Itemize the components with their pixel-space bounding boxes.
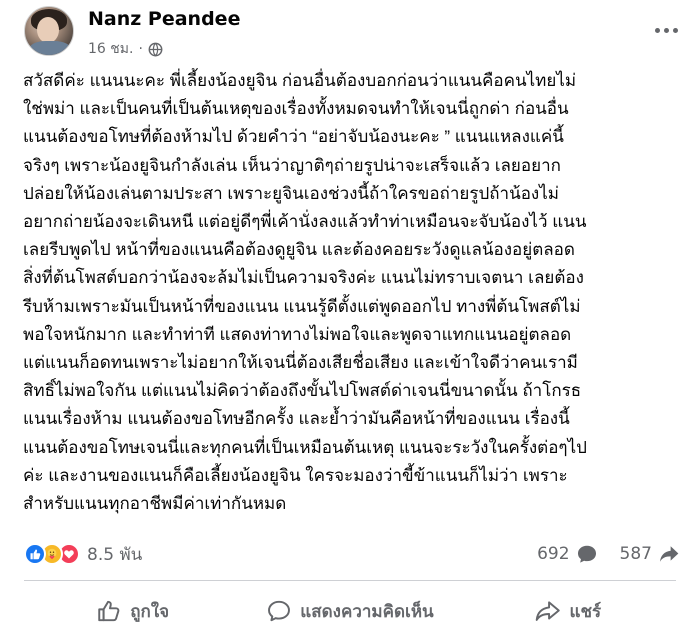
thumbs-up-icon xyxy=(98,600,120,622)
comment-button[interactable]: แสดงความคิดเห็น xyxy=(241,588,458,634)
comment-count-stat[interactable]: 692 xyxy=(537,543,597,565)
share-arrow-icon xyxy=(659,546,679,562)
engagement-stats: 692 587 xyxy=(537,543,680,565)
share-count: 587 xyxy=(619,544,652,564)
like-button-label: ถูกใจ xyxy=(130,601,170,622)
author-avatar[interactable] xyxy=(24,6,74,56)
globe-icon[interactable] xyxy=(148,42,163,57)
reaction-count[interactable]: 8.5 พัน xyxy=(87,541,142,568)
comment-icon xyxy=(268,600,291,622)
post-header: Nanz Peandee 16 ชม. · xyxy=(24,4,684,62)
like-reaction-icon xyxy=(24,543,46,565)
post-time[interactable]: 16 ชม. xyxy=(88,38,133,60)
reactions-bar: 8.5 พัน 692 587 xyxy=(24,540,680,568)
reaction-icons[interactable] xyxy=(24,543,80,565)
comment-button-label: แสดงความคิดเห็น xyxy=(300,601,434,622)
share-count-stat[interactable]: 587 xyxy=(620,543,680,565)
author-name[interactable]: Nanz Peandee xyxy=(88,8,240,30)
share-button[interactable]: แชร์ xyxy=(459,588,676,634)
comment-count: 692 xyxy=(537,544,570,564)
meta-separator: · xyxy=(138,41,143,57)
actions-divider xyxy=(24,580,676,581)
share-icon xyxy=(535,601,560,621)
like-button[interactable]: ถูกใจ xyxy=(24,588,241,634)
post-meta: 16 ชม. · xyxy=(88,38,163,60)
post-text: สวัสดีค่ะ แนนนะคะ พี่เลี้ยงน้องยูจิน ก่อ… xyxy=(23,71,587,514)
post-actions: ถูกใจ แสดงความคิดเห็น แชร์ xyxy=(24,588,676,634)
more-options-icon[interactable] xyxy=(648,18,684,42)
comment-bubble-icon xyxy=(577,545,596,563)
share-button-label: แชร์ xyxy=(569,601,602,622)
